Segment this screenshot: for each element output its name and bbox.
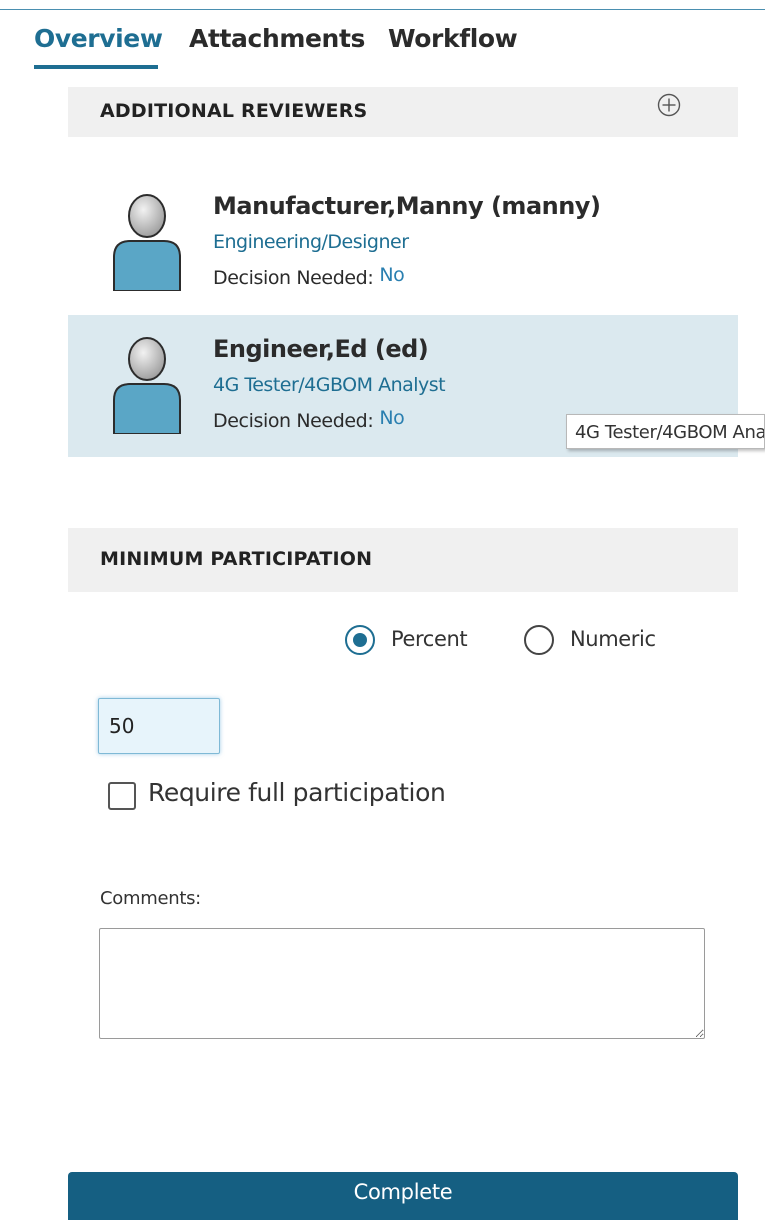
decision-needed-label: Decision Needed:	[213, 267, 374, 289]
comments-label: Comments:	[100, 888, 201, 909]
percent-radio[interactable]: Percent	[345, 625, 485, 661]
comments-textarea[interactable]	[99, 928, 705, 1039]
reviewer-name: Manufacturer,Manny (manny)	[213, 192, 601, 220]
person-avatar-icon	[113, 337, 181, 434]
numeric-radio-label: Numeric	[570, 627, 656, 651]
require-full-participation-label: Require full participation	[148, 778, 446, 807]
reviewer-name: Engineer,Ed (ed)	[213, 335, 429, 363]
numeric-radio[interactable]: Numeric	[524, 625, 674, 661]
additional-reviewers-title: ADDITIONAL REVIEWERS	[100, 100, 368, 122]
minimum-participation-header: MINIMUM PARTICIPATION	[68, 528, 738, 592]
percent-radio-label: Percent	[391, 627, 468, 651]
radio-dot	[353, 633, 367, 647]
radio-checked-icon	[345, 625, 375, 655]
reviewer-role: Engineering/Designer	[213, 231, 409, 253]
decision-needed-label: Decision Needed:	[213, 410, 374, 432]
top-border-line	[0, 9, 765, 10]
require-full-participation-checkbox[interactable]: Require full participation	[108, 778, 468, 810]
person-avatar-icon	[113, 194, 181, 291]
radio-unchecked-icon	[524, 625, 554, 655]
role-tooltip: 4G Tester/4GBOM Analyst	[566, 414, 765, 449]
decision-needed: Decision Needed: No	[213, 407, 405, 432]
reviewer-item[interactable]: Manufacturer,Manny (manny) Engineering/D…	[68, 172, 738, 314]
tab-overview[interactable]: Overview	[34, 24, 163, 53]
plus-circle-icon	[657, 93, 681, 117]
active-tab-indicator	[34, 65, 158, 69]
participation-value-input[interactable]	[98, 698, 220, 754]
reviewer-role: 4G Tester/4GBOM Analyst	[213, 374, 446, 396]
tab-workflow[interactable]: Workflow	[388, 24, 518, 53]
decision-needed-value[interactable]: No	[379, 264, 404, 286]
add-reviewer-button[interactable]	[657, 93, 681, 117]
decision-needed: Decision Needed: No	[213, 264, 405, 289]
minimum-participation-title: MINIMUM PARTICIPATION	[100, 548, 373, 570]
decision-needed-value[interactable]: No	[379, 407, 404, 429]
checkbox-unchecked-icon	[108, 782, 136, 810]
additional-reviewers-header: ADDITIONAL REVIEWERS	[68, 87, 738, 137]
complete-button[interactable]: Complete	[68, 1172, 738, 1220]
tab-attachments[interactable]: Attachments	[189, 24, 365, 53]
